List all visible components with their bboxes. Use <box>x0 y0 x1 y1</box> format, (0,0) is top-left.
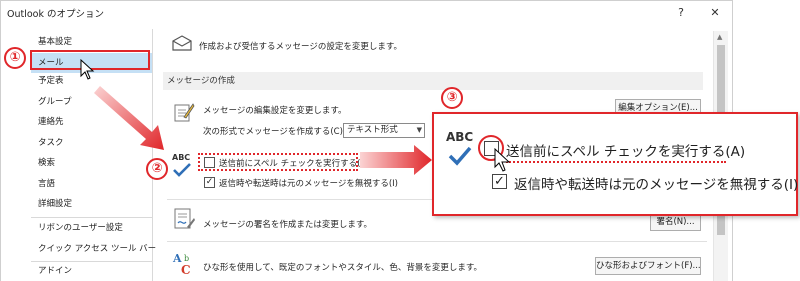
callout-check-icon <box>448 146 472 166</box>
step-3-badge: ③ <box>441 87 463 109</box>
zoom-callout: ABC 送信前にスペル チェックを実行する(A) ✓ 返信時や転送時は元のメッセ… <box>432 112 798 216</box>
mouse-cursor-icon <box>80 59 95 80</box>
step-1-badge: ① <box>4 47 26 69</box>
callout-ignore-original-checkbox[interactable]: ✓ <box>492 174 507 189</box>
callout-abc-icon: ABC <box>446 130 474 144</box>
arrow-setting-to-zoom <box>360 145 432 175</box>
callout-ignore-original-label: 返信時や転送時は元のメッセージを無視する(I) <box>514 177 799 193</box>
step-2-badge: ② <box>146 158 168 180</box>
callout-underline <box>506 161 726 163</box>
callout-spellcheck-label: 送信前にスペル チェックを実行する(A) <box>506 144 746 160</box>
arrow-mail-to-setting <box>94 86 164 150</box>
callout-cursor-icon <box>494 148 511 172</box>
